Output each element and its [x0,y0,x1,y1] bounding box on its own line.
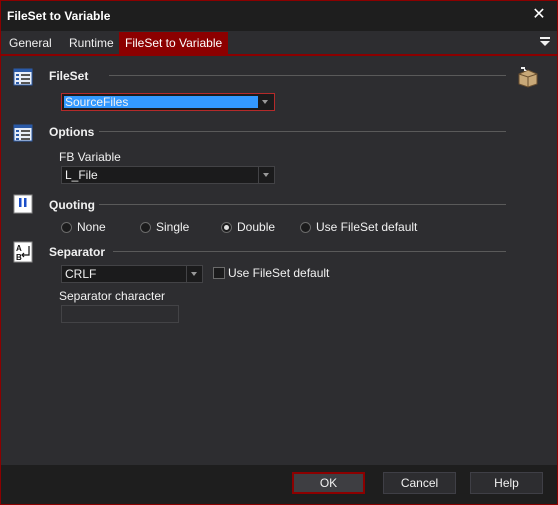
fileset-section-title: FileSet [49,69,89,83]
close-icon[interactable]: ✕ [529,5,549,25]
chevron-down-icon[interactable] [186,266,202,282]
section-divider [99,131,506,132]
radio-dot [140,222,151,233]
radio-label: Double [237,220,276,234]
tab-bar: General Runtime FileSet to Variable [1,32,557,56]
radio-label: Use FileSet default [316,220,418,234]
fb-variable-combo[interactable]: L_File [61,166,275,184]
quoting-double-radio[interactable]: Double [221,220,281,236]
quoting-none-radio[interactable]: None [61,220,121,236]
separator-combo[interactable]: CRLF [61,265,203,283]
quote-icon [13,194,33,214]
checkbox-box [213,267,225,279]
separator-character-label: Separator character [59,289,166,303]
separator-value: CRLF [65,267,97,281]
chevron-down-icon[interactable] [258,94,274,110]
list-icon [13,68,33,86]
title-bar: FileSet to Variable ✕ [1,1,557,31]
separator-use-default-checkbox[interactable]: Use FileSet default [213,266,333,282]
fb-variable-value: L_File [65,168,98,182]
fb-variable-label: FB Variable [59,150,121,164]
quoting-single-radio[interactable]: Single [140,220,200,236]
box-icon[interactable] [516,65,540,89]
menu-icon[interactable] [539,35,551,47]
fileset-combo[interactable]: SourceFiles [61,93,275,111]
svg-text:B: B [16,253,22,262]
radio-label: Single [156,220,190,234]
radio-dot [221,222,232,233]
section-divider [99,204,506,205]
svg-text:A: A [16,244,22,253]
tab-general[interactable]: General [3,32,58,54]
radio-label: None [77,220,106,234]
ok-button[interactable]: OK [292,472,365,494]
list-icon [13,124,33,142]
section-divider [109,75,506,76]
quoting-section-title: Quoting [49,198,95,212]
separator-section-title: Separator [49,245,106,259]
cancel-button[interactable]: Cancel [383,472,456,494]
options-section-title: Options [49,125,95,139]
radio-dot [61,222,72,233]
window-title: FileSet to Variable [7,9,111,23]
dialog-window: FileSet to Variable ✕ General Runtime Fi… [0,0,558,505]
tab-runtime[interactable]: Runtime [63,32,120,54]
separator-icon: A B [13,241,33,263]
separator-character-input[interactable] [61,305,179,323]
quoting-fileset-default-radio[interactable]: Use FileSet default [300,220,420,236]
chevron-down-icon[interactable] [258,167,274,183]
checkbox-label: Use FileSet default [228,266,330,280]
button-bar: OK Cancel Help [1,465,557,504]
fileset-value: SourceFiles [65,95,129,109]
radio-dot [300,222,311,233]
section-divider [113,251,506,252]
help-button[interactable]: Help [470,472,543,494]
tab-fileset-to-variable[interactable]: FileSet to Variable [119,32,229,54]
